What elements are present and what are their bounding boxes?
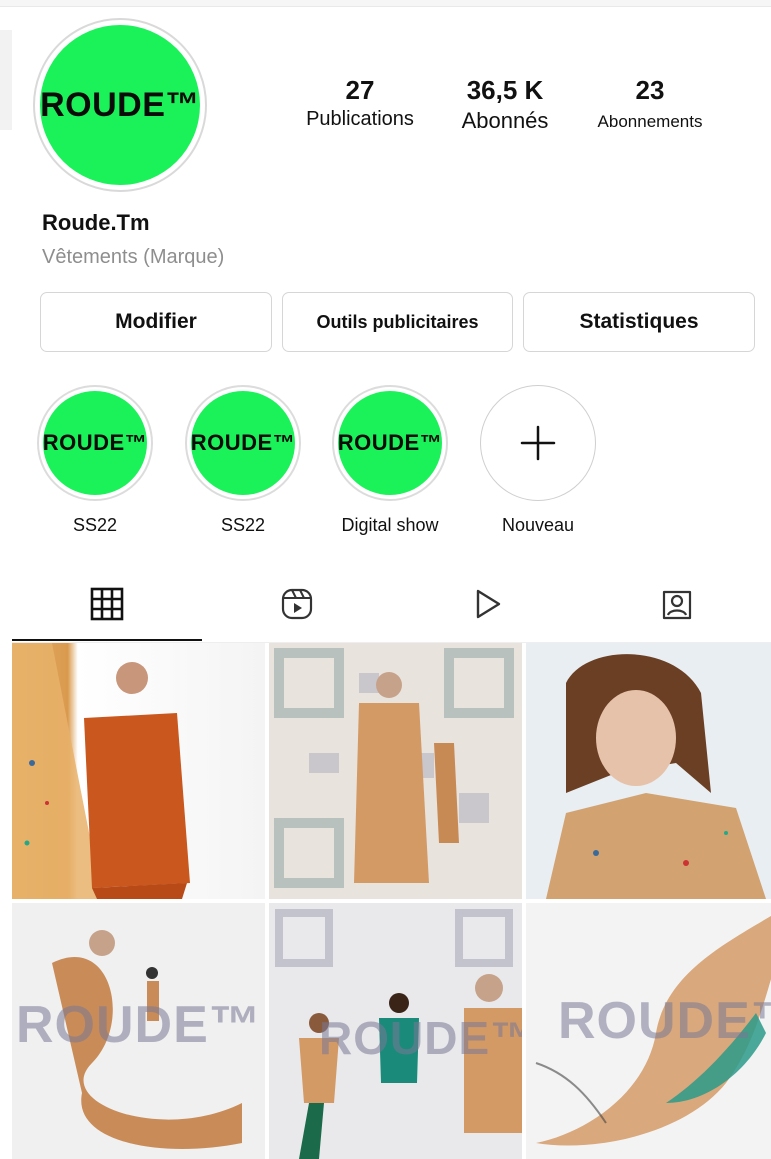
highlight-label: Digital show bbox=[341, 515, 439, 535]
post-watermark: ROUDE™ bbox=[319, 1012, 522, 1064]
post-thumbnail[interactable] bbox=[269, 643, 522, 899]
post-thumbnail[interactable]: ROUDE™ bbox=[12, 903, 265, 1159]
post-watermark: ROUDE™ bbox=[16, 996, 262, 1054]
post-thumbnail[interactable]: ROUDE™ bbox=[269, 903, 522, 1159]
stat-following[interactable]: 23 Abonnements bbox=[580, 75, 720, 132]
play-icon bbox=[476, 589, 501, 619]
highlight-ss22-1[interactable]: ROUDE™ SS22 bbox=[36, 385, 154, 536]
following-label: Abonnements bbox=[597, 112, 703, 131]
profile-category: Vêtements (Marque) bbox=[42, 246, 225, 268]
insights-button[interactable]: Statistiques bbox=[523, 292, 755, 352]
avatar-logo-text: ROUDE™ bbox=[40, 85, 200, 124]
profile-stats: 27 Publications 36,5 K Abonnés 23 Abonne… bbox=[290, 75, 720, 145]
highlight-label: SS22 bbox=[220, 515, 266, 535]
highlight-logo: ROUDE™ bbox=[43, 391, 147, 495]
avatar-logo: ROUDE™ bbox=[40, 25, 200, 185]
highlight-logo-text: ROUDE™ bbox=[42, 430, 148, 455]
highlight-label: Nouveau bbox=[501, 515, 575, 535]
stat-posts[interactable]: 27 Publications bbox=[290, 75, 430, 131]
ad-tools-button[interactable]: Outils publicitaires bbox=[282, 292, 513, 352]
status-bar-edge bbox=[0, 0, 771, 7]
highlight-logo-text: ROUDE™ bbox=[337, 430, 443, 455]
post-1-image bbox=[12, 643, 190, 899]
posts-label: Publications bbox=[306, 108, 414, 130]
highlight-label: SS22 bbox=[72, 515, 118, 535]
tab-tagged[interactable] bbox=[582, 568, 771, 640]
highlight-logo: ROUDE™ bbox=[338, 391, 442, 495]
highlight-logo-text: ROUDE™ bbox=[190, 430, 296, 455]
post-2-image bbox=[274, 648, 514, 888]
plus-icon bbox=[520, 425, 556, 461]
post-thumbnail[interactable]: ROUDE™ bbox=[526, 903, 771, 1159]
posts-count: 27 bbox=[345, 75, 375, 105]
post-thumbnail[interactable] bbox=[526, 643, 771, 899]
highlight-logo: ROUDE™ bbox=[191, 391, 295, 495]
new-highlight-button[interactable]: Nouveau bbox=[479, 385, 597, 536]
highlight-ss22-2[interactable]: ROUDE™ SS22 bbox=[184, 385, 302, 536]
reels-icon bbox=[281, 588, 313, 620]
profile-tabs bbox=[12, 568, 771, 643]
posts-grid: ROUDE™ ROUDE™ ROUDE™ bbox=[12, 643, 771, 1159]
profile-avatar[interactable]: ROUDE™ bbox=[33, 18, 207, 192]
highlight-digital-show[interactable]: ROUDE™ Digital show bbox=[331, 385, 449, 536]
tagged-icon bbox=[662, 590, 692, 620]
grid-icon bbox=[90, 587, 124, 620]
left-edge-strip bbox=[0, 30, 12, 130]
new-highlight-circle bbox=[480, 385, 596, 501]
post-watermark: ROUDE™ bbox=[558, 992, 771, 1050]
stat-followers[interactable]: 36,5 K Abonnés bbox=[440, 75, 570, 134]
tab-videos[interactable] bbox=[392, 568, 582, 640]
post-thumbnail[interactable] bbox=[12, 643, 265, 899]
highlight-cover: ROUDE™ bbox=[332, 385, 448, 501]
followers-label: Abonnés bbox=[461, 108, 549, 133]
highlight-cover: ROUDE™ bbox=[37, 385, 153, 501]
following-count: 23 bbox=[635, 75, 665, 105]
highlight-cover: ROUDE™ bbox=[185, 385, 301, 501]
profile-name: Roude.Tm bbox=[42, 210, 150, 235]
post-3-image bbox=[546, 654, 766, 899]
followers-count: 36,5 K bbox=[466, 75, 544, 105]
tab-grid[interactable] bbox=[12, 568, 202, 641]
edit-profile-button[interactable]: Modifier bbox=[40, 292, 272, 352]
tab-reels[interactable] bbox=[202, 568, 392, 640]
